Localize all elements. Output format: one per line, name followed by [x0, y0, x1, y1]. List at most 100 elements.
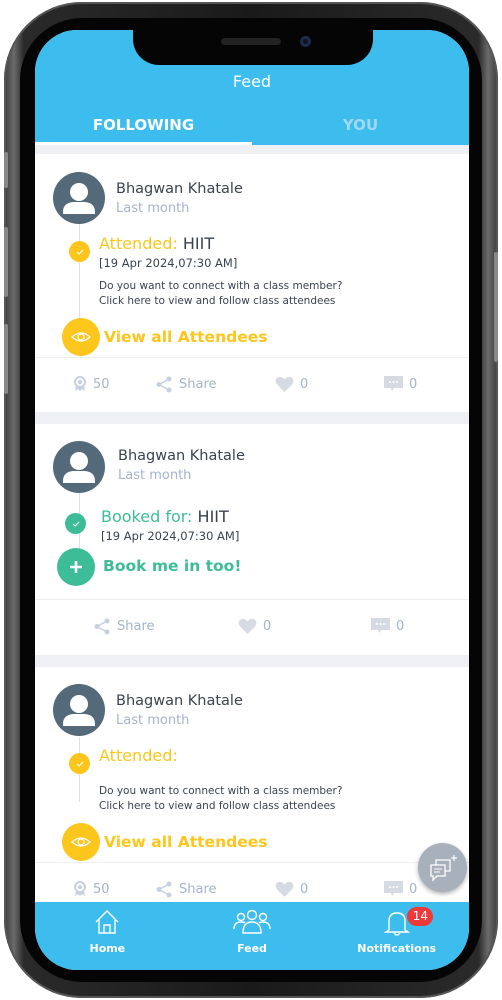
likes-count: 0: [300, 377, 309, 392]
user-name[interactable]: Bhagwan Khatale: [116, 181, 243, 197]
comment-icon: [384, 376, 403, 391]
comments-count: 0: [396, 619, 405, 634]
heart-icon: [238, 618, 257, 634]
status-label: Attended:: [99, 746, 178, 765]
comment-button[interactable]: 0: [371, 618, 404, 635]
app-screen: Feed FOLLOWING YOU Bhagwan Khatale Last …: [35, 30, 469, 970]
points-item[interactable]: 50: [73, 881, 110, 897]
divider: [35, 599, 469, 600]
divider: [35, 862, 469, 863]
like-button[interactable]: 0: [275, 376, 308, 393]
eye-icon[interactable]: [62, 823, 100, 861]
avatar[interactable]: [53, 441, 105, 493]
class-name: HIIT: [182, 234, 215, 253]
likes-count: 0: [300, 882, 309, 897]
share-label: Share: [179, 377, 217, 392]
user-silhouette-icon: [63, 695, 95, 726]
share-button[interactable]: Share: [93, 618, 155, 635]
feed-card: Bhagwan Khatale Last month Attended: Do …: [35, 667, 469, 917]
award-icon: [74, 376, 86, 391]
comment-icon: [371, 618, 390, 633]
check-icon: [69, 753, 90, 774]
post-actions: Share 0 0: [35, 608, 469, 648]
share-icon: [156, 881, 172, 898]
power-button: [494, 252, 498, 362]
status-label: Attended:: [99, 234, 178, 253]
chat-add-icon: [429, 854, 457, 882]
post-time: Last month: [116, 713, 190, 728]
prompt-line: Click here to view and follow class atte…: [99, 800, 336, 812]
connect-prompt: Do you want to connect with a class memb…: [99, 784, 429, 814]
speaker: [221, 38, 281, 45]
post-time: Last month: [116, 201, 190, 216]
bell-icon: [383, 912, 410, 936]
nav-home-label: Home: [89, 942, 126, 955]
nav-home[interactable]: Home: [35, 902, 180, 970]
avatar[interactable]: [53, 172, 105, 224]
class-name: HIIT: [197, 507, 229, 526]
bottom-nav: Home Feed 14 Notifications: [35, 902, 469, 970]
page-title: Feed: [232, 72, 272, 91]
tab-you[interactable]: YOU: [252, 112, 469, 145]
class-date: [19 Apr 2024,07:30 AM]: [101, 529, 240, 543]
likes-count: 0: [263, 619, 272, 634]
plus-icon[interactable]: [57, 548, 95, 586]
prompt-line: Do you want to connect with a class memb…: [99, 280, 343, 292]
notification-badge: 14: [407, 907, 434, 926]
tab-following[interactable]: FOLLOWING: [35, 112, 252, 145]
heart-icon: [275, 881, 294, 897]
share-label: Share: [117, 619, 155, 634]
prompt-line: Click here to view and follow class atte…: [99, 295, 336, 307]
like-button[interactable]: 0: [238, 618, 271, 635]
comment-button[interactable]: 0: [384, 881, 417, 898]
mute-switch: [4, 152, 8, 188]
comment-icon: [384, 881, 403, 896]
points-count: 50: [93, 376, 110, 392]
prompt-line: Do you want to connect with a class memb…: [99, 785, 343, 797]
feed-card: Bhagwan Khatale Last month Attended: HII…: [35, 154, 469, 412]
group-icon: [233, 909, 271, 934]
notch: [133, 30, 373, 65]
status-line: Booked for: HIIT: [101, 507, 229, 526]
check-icon: [65, 513, 86, 534]
heart-icon: [275, 376, 294, 392]
eye-icon[interactable]: [62, 318, 100, 356]
share-icon: [94, 618, 110, 635]
user-name[interactable]: Bhagwan Khatale: [116, 693, 243, 709]
camera: [300, 36, 311, 47]
status-label: Booked for:: [101, 507, 193, 526]
connect-prompt: Do you want to connect with a class memb…: [99, 279, 429, 309]
volume-up-button: [4, 227, 8, 297]
volume-down-button: [4, 324, 8, 394]
share-button[interactable]: Share: [155, 376, 217, 393]
points-count: 50: [93, 881, 110, 897]
nav-feed-label: Feed: [237, 942, 267, 955]
user-silhouette-icon: [63, 452, 95, 483]
post-time: Last month: [118, 468, 192, 483]
share-label: Share: [179, 882, 217, 897]
share-icon: [156, 376, 172, 393]
feed-card: Bhagwan Khatale Last month Booked for: H…: [35, 424, 469, 655]
view-all-attendees-button[interactable]: View all Attendees: [104, 833, 267, 851]
like-button[interactable]: 0: [275, 881, 308, 898]
new-chat-button[interactable]: [418, 843, 467, 892]
nav-feed[interactable]: Feed: [180, 902, 325, 970]
nav-notifications-label: Notifications: [357, 942, 437, 955]
comments-count: 0: [409, 377, 418, 392]
post-actions: 50 Share 0 0: [35, 366, 469, 406]
home-icon: [95, 910, 119, 934]
book-me-in-button[interactable]: Book me in too!: [103, 557, 241, 575]
points-item[interactable]: 50: [73, 376, 110, 392]
tab-bar: FOLLOWING YOU: [35, 112, 469, 145]
share-button[interactable]: Share: [155, 881, 217, 898]
user-silhouette-icon: [63, 183, 95, 214]
user-name[interactable]: Bhagwan Khatale: [118, 448, 245, 464]
status-line: Attended: HIIT: [99, 234, 214, 253]
class-date: [19 Apr 2024,07:30 AM]: [99, 256, 238, 270]
comment-button[interactable]: 0: [384, 376, 417, 393]
comments-count: 0: [409, 882, 418, 897]
view-all-attendees-button[interactable]: View all Attendees: [104, 328, 267, 346]
nav-notifications[interactable]: 14 Notifications: [324, 902, 469, 970]
check-icon: [69, 241, 90, 262]
avatar[interactable]: [53, 684, 105, 736]
